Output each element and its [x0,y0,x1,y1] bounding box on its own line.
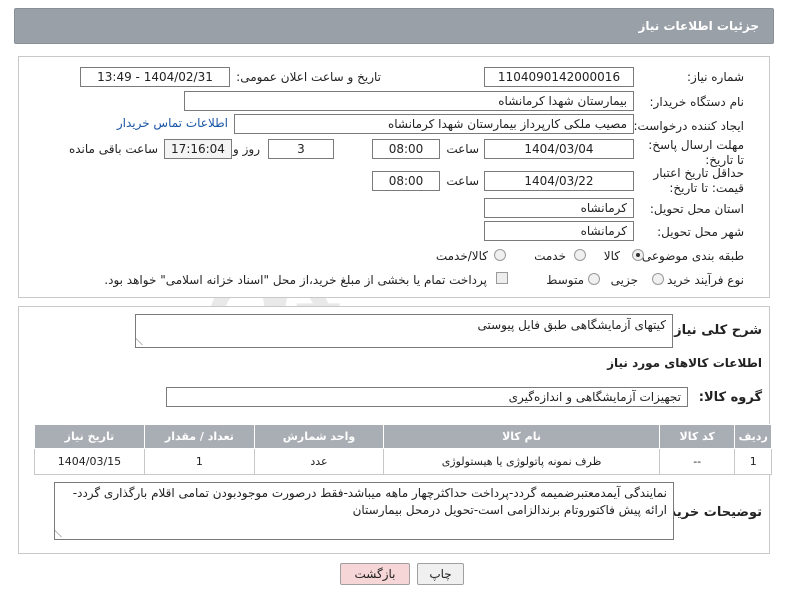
buyer-org-field: بیمارستان شهدا کرمانشاه [184,91,634,111]
remaining-time-field: 17:16:04 [164,139,232,159]
category-option-both: کالا/خدمت [435,249,488,263]
validity-time-field: 08:00 [372,171,440,191]
days-label: روز و [233,142,260,156]
province-label: استان محل تحویل: [649,202,744,216]
col-date: تاریخ نیاز [34,424,145,449]
cell-date: 1404/03/15 [34,448,145,475]
remaining-label: ساعت باقی مانده [68,142,158,156]
goods-section-title: اطلاعات کالاهای مورد نیاز [607,356,762,370]
need-number-label: شماره نیاز: [687,70,744,84]
buyer-notes-text: نمایندگی آیمدمعتبرضمیمه گردد-پرداخت حداک… [72,486,667,517]
table-row: 1 -- ظرف نمونه پاتولوژی یا هیستولوژی عدد… [34,448,772,475]
col-name: نام کالا [383,424,660,449]
description-text: کیتهای آزمایشگاهی طبق فایل پیوستی [477,318,666,332]
description-label: شرح کلی نیاز: [668,323,762,338]
category-radio-goods[interactable] [632,249,644,261]
process-radio-minor[interactable] [652,273,664,285]
process-option-medium: متوسط [546,273,584,287]
goods-group-field: تجهیزات آزمایشگاهی و اندازه‌گیری [166,387,688,407]
resize-grip-icon[interactable] [55,529,69,537]
need-number-field: 1104090142000016 [484,67,634,87]
creator-field: مصیب ملکی کارپرداز بیمارستان شهدا کرمانش… [234,114,634,134]
payment-checkbox[interactable] [496,272,508,284]
category-option-goods: کالا [603,249,620,263]
city-label: شهر محل تحویل: [657,225,744,239]
city-field: کرمانشاه [484,221,634,241]
process-option-minor: جزیی [610,273,638,287]
validity-label: حداقل تاریخ اعتبار قیمت: تا تاریخ: [653,166,744,195]
process-radio-medium[interactable] [588,273,600,285]
deadline-time-label: ساعت [446,142,479,156]
col-code: کد کالا [658,424,736,449]
page-header: جزئیات اطلاعات نیاز [14,8,774,44]
deadline-time-field: 08:00 [372,139,440,159]
creator-label: ایجاد کننده درخواست: [633,119,744,133]
description-field: کیتهای آزمایشگاهی طبق فایل پیوستی [135,314,673,348]
payment-note: پرداخت تمام یا بخشی از مبلغ خرید،از محل … [104,273,487,287]
col-qty: تعداد / مقدار [143,424,255,449]
buyer-contact-link[interactable]: اطلاعات تماس خریدار [117,116,228,130]
back-button[interactable]: بازگشت [340,563,410,585]
announce-field: 1404/02/31 - 13:49 [80,67,230,87]
goods-table: ردیف کد کالا نام کالا واحد شمارش تعداد /… [34,424,772,475]
cell-code: -- [658,448,736,475]
col-row: ردیف [734,424,772,449]
deadline-date-field: 1404/03/04 [484,139,634,159]
page-title: جزئیات اطلاعات نیاز [638,19,759,33]
process-label: نوع فرآیند خرید : [659,273,744,287]
buyer-org-label: نام دستگاه خریدار: [649,95,745,109]
cell-row: 1 [734,448,772,475]
table-header-row: ردیف کد کالا نام کالا واحد شمارش تعداد /… [34,424,772,449]
print-button[interactable]: چاپ [417,563,464,585]
goods-group-label: گروه کالا: [698,390,762,405]
province-field: کرمانشاه [484,198,634,218]
cell-name: ظرف نمونه پاتولوژی یا هیستولوژی [383,448,660,475]
days-field: 3 [268,139,334,159]
category-label: طبقه بندی موضوعی: [637,249,744,263]
col-unit: واحد شمارش [253,424,385,449]
cell-qty: 1 [143,448,255,475]
validity-time-label: ساعت [446,174,479,188]
deadline-label: مهلت ارسال پاسخ: تا تاریخ: [648,138,744,167]
validity-date-field: 1404/03/22 [484,171,634,191]
category-radio-both[interactable] [494,249,506,261]
category-option-service: خدمت [534,249,566,263]
resize-grip-icon[interactable] [136,337,150,345]
category-radio-service[interactable] [574,249,586,261]
announce-label: تاریخ و ساعت اعلان عمومی: [236,70,381,84]
cell-unit: عدد [253,448,385,475]
buyer-notes-field: نمایندگی آیمدمعتبرضمیمه گردد-پرداخت حداک… [54,482,674,540]
